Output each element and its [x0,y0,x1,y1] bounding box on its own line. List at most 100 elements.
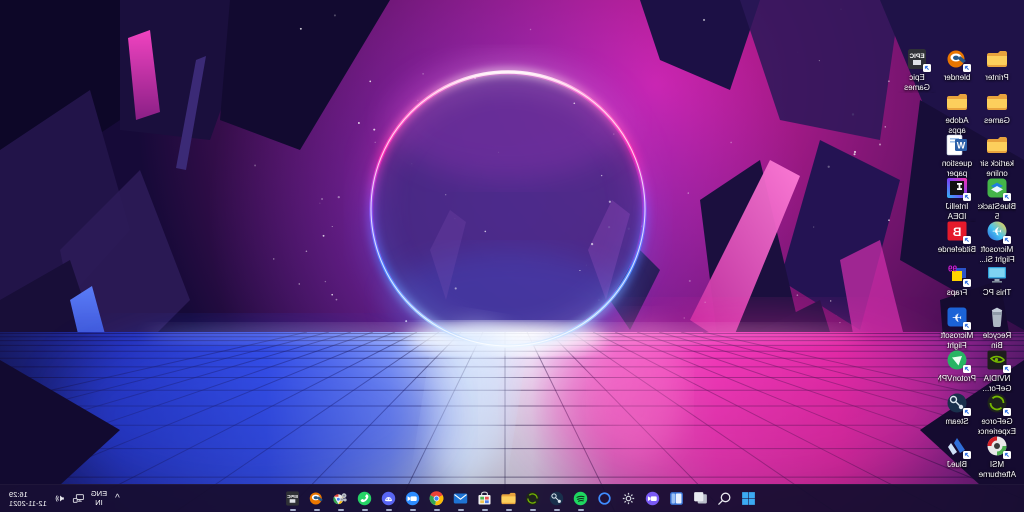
task-view-button[interactable] [689,485,713,512]
msfs_alt-icon: ✈ [985,219,1009,243]
desktop-icon-label: BlueJ [938,460,976,470]
desktop-icon-nvidia-gefor[interactable]: NVIDIA GeFor... [978,348,1016,393]
running-indicator [530,509,536,511]
desktop-icon-bluej[interactable]: BlueJ [938,434,976,470]
word-icon: W [945,133,969,157]
bluej-icon [945,434,969,458]
chrome-icon [429,490,446,507]
explorer-icon [501,490,518,507]
language-line2: IN [91,499,107,508]
desktop-icon-this-pc[interactable]: This PC [978,262,1016,298]
desktop-icon-protonvpn[interactable]: ProtonVPN [938,348,976,384]
microsoft-store-button[interactable] [473,485,497,512]
shortcut-arrow-badge [963,64,971,72]
shortcut-arrow-badge [1003,236,1011,244]
settings-button[interactable] [617,485,641,512]
running-indicator [290,509,296,511]
desktop-icon-kartick-sir-online-class[interactable]: kartick sir online class [978,133,1016,179]
desktop-icon-msi-afterburner[interactable]: MSI Afterburner [978,434,1016,479]
desktop-icon-label: Epic Games Launcher [898,73,936,93]
desktop-icon-fraps[interactable]: 99 Fraps [938,262,976,298]
whatsapp-button[interactable] [353,485,377,512]
desktop-icon-label: Fraps [938,288,976,298]
desktop-icon-printer[interactable]: Printer [978,47,1016,83]
shortcut-arrow-badge [1003,451,1011,459]
ring-app-button[interactable] [593,485,617,512]
search-button[interactable] [713,485,737,512]
geforce-button[interactable] [521,485,545,512]
shortcut-arrow-badge [963,365,971,373]
gears-app-button[interactable] [329,485,353,512]
taskbar: EPIC ^ ENG IN 16:29 12-11-2021 [0,484,1024,512]
desktop-icon-games[interactable]: Games [978,90,1016,126]
blender-icon [945,47,969,71]
volume-icon[interactable] [53,492,66,505]
desktop-icon-microsoft-flight-simu[interactable]: ✈Microsoft Flight Simu... [938,305,976,351]
shortcut-arrow-badge [963,236,971,244]
discord-icon [381,490,398,507]
start-button[interactable] [737,485,761,512]
desktop-icon-bluestacks-5[interactable]: BlueStacks 5 [978,176,1016,221]
file-explorer-button[interactable] [497,485,521,512]
shortcut-arrow-badge [963,279,971,287]
bluestacks-icon [985,176,1009,200]
gearsapp-icon [333,490,350,507]
desktop-icon-blender[interactable]: blender [938,47,976,83]
svg-text:W: W [956,141,965,151]
start-icon [741,490,758,507]
desktop-icon-epic-games-launcher[interactable]: EPIC Epic Games Launcher [898,47,936,93]
desktop-icon-label: Games [978,116,1016,126]
discord-button[interactable] [377,485,401,512]
desktop-icon-steam[interactable]: Steam [938,391,976,427]
shortcut-arrow-badge [963,451,971,459]
store-icon [477,490,494,507]
msfs_blue-icon: ✈ [945,305,969,329]
widgets-button[interactable] [665,485,689,512]
desktop-icon-question-paper-debe[interactable]: Wquestion paper debe... [938,133,976,179]
desktop-icon-adobe-apps[interactable]: Adobe apps [938,90,976,135]
shortcut-arrow-badge [963,408,971,416]
mail-button[interactable] [449,485,473,512]
running-indicator [482,509,488,511]
blender-button[interactable] [305,485,329,512]
system-tray: ^ ENG IN 16:29 12-11-2021 [2,485,127,512]
geforce-icon [985,391,1009,415]
desktop-icon-recycle-bin[interactable]: Recycle Bin [978,305,1016,350]
taskbar-clock[interactable]: 16:29 12-11-2021 [7,490,47,508]
desktop-icon-intellij-idea-communi[interactable]: IntelliJ IDEA Communi... [938,176,976,222]
camera-app-button[interactable] [641,485,665,512]
chrome-button[interactable] [425,485,449,512]
shortcut-arrow-badge [963,193,971,201]
running-indicator [410,509,416,511]
svg-text:EPIC: EPIC [287,494,298,499]
network-icon[interactable] [72,492,85,505]
ring-icon [597,490,614,507]
desktop-icon-microsoft-flight-si[interactable]: ✈Microsoft Flight Si... [978,219,1016,264]
svg-text:B: B [952,225,961,239]
clock-date: 12-11-2021 [9,499,47,508]
svg-text:EPIC: EPIC [909,53,924,60]
epic-icon: EPIC [905,47,929,71]
taskview-icon [693,490,710,507]
desktop-icon-bitdefender[interactable]: BBitdefender [938,219,976,255]
whatsapp-icon [357,490,374,507]
shortcut-arrow-badge [1003,365,1011,373]
spotify-button[interactable] [569,485,593,512]
geforce-icon [525,490,542,507]
settings-icon [621,490,638,507]
shortcut-arrow-badge [1003,408,1011,416]
svg-text:✈: ✈ [952,311,962,325]
fraps-icon: 99 [945,262,969,286]
desktop-icon-label: Printer [978,73,1016,83]
desktop-screen: PrinterGameskartick sir online classBlue… [0,0,1024,512]
zoomapp-icon [405,490,422,507]
steam-button[interactable] [545,485,569,512]
language-indicator[interactable]: ENG IN [91,490,107,507]
bitdefender-icon: B [945,219,969,243]
spotify-icon [573,490,590,507]
search-icon [717,490,734,507]
epic-games-button[interactable]: EPIC [281,485,305,512]
desktop-icon-geforce-experience[interactable]: GeForce Experience [978,391,1016,436]
zoom-button[interactable] [401,485,425,512]
hidden-icons-chevron[interactable]: ^ [113,494,122,504]
